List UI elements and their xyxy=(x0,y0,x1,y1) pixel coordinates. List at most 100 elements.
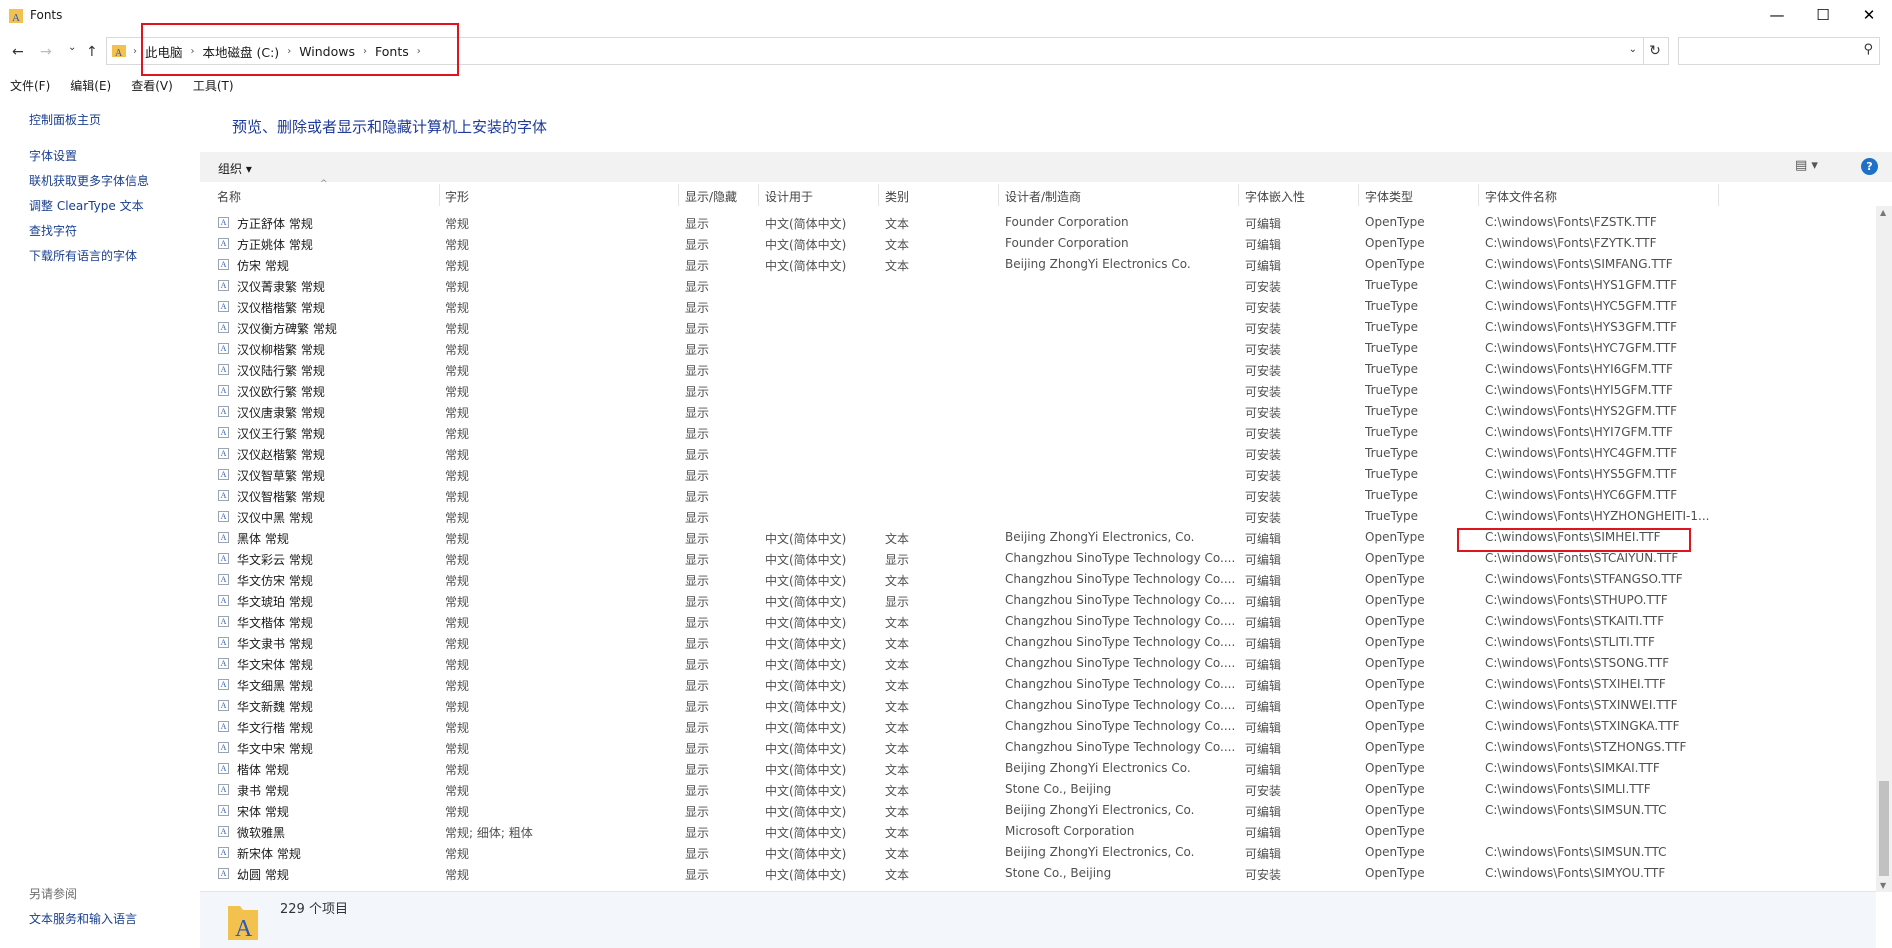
column-show-hide[interactable]: 显示/隐藏 xyxy=(685,188,737,205)
column-divider[interactable] xyxy=(878,184,879,206)
menu-tools[interactable]: 工具(T) xyxy=(183,77,244,97)
table-row[interactable]: A 汉仪楷楷繁 常规 常规 显示 可安装 TrueType C:\windows\Fonts… xyxy=(200,296,1876,317)
window-title: Fonts xyxy=(30,8,63,22)
control-panel-home-link[interactable]: 控制面板主页 xyxy=(29,111,101,128)
table-row[interactable]: A 微软雅黑 常规; 细体; 粗体 显示 中文(简体中文) 文本 Microsoft Cor… xyxy=(200,821,1876,842)
table-row[interactable]: A 华文细黑 常规 常规 显示 中文(简体中文) 文本 Changzhou SinoType… xyxy=(200,674,1876,695)
vertical-scrollbar[interactable]: ▲ ▼ xyxy=(1876,206,1892,892)
back-arrow-icon[interactable]: ← xyxy=(12,44,24,60)
scroll-up-icon[interactable]: ▲ xyxy=(1880,208,1886,217)
table-row[interactable]: A 汉仪柳楷繁 常规 常规 显示 可安装 TrueType C:\windows\Fonts… xyxy=(200,338,1876,359)
breadcrumb-separator[interactable]: › xyxy=(131,46,139,57)
column-designer[interactable]: 设计者/制造商 xyxy=(1005,188,1081,205)
scrollbar-thumb[interactable] xyxy=(1879,781,1889,876)
scroll-down-icon[interactable]: ▼ xyxy=(1880,881,1886,890)
column-divider[interactable] xyxy=(998,184,999,206)
cell-category: 文本 xyxy=(885,679,910,693)
cell-font-type: TrueType xyxy=(1365,341,1419,355)
menu-view[interactable]: 查看(V) xyxy=(121,77,183,97)
column-divider[interactable] xyxy=(1718,184,1719,206)
column-divider[interactable] xyxy=(678,184,679,206)
cell-font-type: OpenType xyxy=(1365,824,1425,838)
font-file-icon: A xyxy=(218,721,229,732)
table-row[interactable]: A 华文琥珀 常规 常规 显示 中文(简体中文) 显示 Changzhou SinoType… xyxy=(200,590,1876,611)
table-row[interactable]: A 汉仪陆行繁 常规 常规 显示 可安装 TrueType C:\windows\Fonts… xyxy=(200,359,1876,380)
find-character-link[interactable]: 查找字符 xyxy=(29,222,77,239)
column-divider[interactable] xyxy=(1478,184,1479,206)
download-all-fonts-link[interactable]: 下载所有语言的字体 xyxy=(29,247,137,264)
table-row[interactable]: A 华文新魏 常规 常规 显示 中文(简体中文) 文本 Changzhou SinoType… xyxy=(200,695,1876,716)
adjust-cleartype-link[interactable]: 调整 ClearType 文本 xyxy=(29,197,144,214)
search-input[interactable]: ⚲ xyxy=(1678,37,1880,65)
cell-font-style: 常规 xyxy=(445,301,470,315)
cell-embeddability: 可编辑 xyxy=(1245,742,1282,756)
help-icon[interactable]: ? xyxy=(1861,158,1878,175)
cell-designed-for: 中文(简体中文) xyxy=(765,238,847,252)
table-row[interactable]: A 宋体 常规 常规 显示 中文(简体中文) 文本 Beijing ZhongYi Elec… xyxy=(200,800,1876,821)
table-row[interactable]: A 汉仪衡方碑繁 常规 常规 显示 可安装 TrueType C:\windows\Font… xyxy=(200,317,1876,338)
column-style[interactable]: 字形 xyxy=(445,188,469,205)
cell-file-name: C:\windows\Fonts\SIMLI.TTF xyxy=(1485,782,1651,796)
column-divider[interactable] xyxy=(1358,184,1359,206)
column-embeddability[interactable]: 字体嵌入性 xyxy=(1245,188,1305,205)
table-row[interactable]: A 华文中宋 常规 常规 显示 中文(简体中文) 文本 Changzhou SinoType… xyxy=(200,737,1876,758)
table-row[interactable]: A 华文仿宋 常规 常规 显示 中文(简体中文) 文本 Changzhou SinoType… xyxy=(200,569,1876,590)
cell-font-style: 常规 xyxy=(445,469,470,483)
column-designed-for[interactable]: 设计用于 xyxy=(765,188,813,205)
table-row[interactable]: A 新宋体 常规 常规 显示 中文(简体中文) 文本 Beijing ZhongYi Ele… xyxy=(200,842,1876,863)
forward-arrow-icon[interactable]: → xyxy=(40,44,52,60)
text-services-link[interactable]: 文本服务和输入语言 xyxy=(29,910,137,927)
table-row[interactable]: A 汉仪唐隶繁 常规 常规 显示 可安装 TrueType C:\windows\Fonts… xyxy=(200,401,1876,422)
table-row[interactable]: A 仿宋 常规 常规 显示 中文(简体中文) 文本 Beijing ZhongYi Elec… xyxy=(200,254,1876,275)
close-button[interactable]: ✕ xyxy=(1846,0,1892,30)
up-arrow-icon[interactable]: ↑ xyxy=(86,44,98,60)
table-row[interactable]: A 汉仪菁隶繁 常规 常规 显示 可安装 TrueType C:\windows\Fonts… xyxy=(200,275,1876,296)
minimize-button[interactable]: — xyxy=(1754,0,1800,30)
cell-file-name: C:\windows\Fonts\HYC7GFM.TTF xyxy=(1485,341,1678,355)
table-row[interactable]: A 汉仪中黑 常规 常规 显示 可安装 TrueType C:\windows\Fonts\… xyxy=(200,506,1876,527)
cell-font-style: 常规 xyxy=(445,763,470,777)
cell-file-name: C:\windows\Fonts\SIMSUN.TTC xyxy=(1485,803,1667,817)
table-row[interactable]: A 华文隶书 常规 常规 显示 中文(简体中文) 文本 Changzhou SinoType… xyxy=(200,632,1876,653)
table-row[interactable]: A 汉仪王行繁 常规 常规 显示 可安装 TrueType C:\windows\Fonts… xyxy=(200,422,1876,443)
table-row[interactable]: A 华文行楷 常规 常规 显示 中文(简体中文) 文本 Changzhou SinoType… xyxy=(200,716,1876,737)
maximize-button[interactable]: ☐ xyxy=(1800,0,1846,30)
refresh-icon[interactable]: ↻ xyxy=(1642,37,1669,65)
cell-embeddability: 可编辑 xyxy=(1245,679,1282,693)
view-options-icon[interactable]: ▤ ▾ xyxy=(1795,158,1818,173)
column-divider[interactable] xyxy=(758,184,759,206)
cell-file-name: C:\windows\Fonts\HYI5GFM.TTF xyxy=(1485,383,1673,397)
table-row[interactable]: A 华文宋体 常规 常规 显示 中文(简体中文) 文本 Changzhou SinoType… xyxy=(200,653,1876,674)
cell-embeddability: 可安装 xyxy=(1245,385,1282,399)
column-file-name[interactable]: 字体文件名称 xyxy=(1485,188,1557,205)
column-divider[interactable] xyxy=(1238,184,1239,206)
table-row[interactable]: A 汉仪欧行繁 常规 常规 显示 可安装 TrueType C:\windows\Fonts… xyxy=(200,380,1876,401)
column-name[interactable]: 名称 xyxy=(217,188,241,205)
table-row[interactable]: A 汉仪赵楷繁 常规 常规 显示 可安装 TrueType C:\windows\Fonts… xyxy=(200,443,1876,464)
font-settings-link[interactable]: 字体设置 xyxy=(29,147,77,164)
content-pane: 预览、删除或者显示和隐藏计算机上安装的字体 组织 ▾ ▤ ▾ ? ^ 名称 字形… xyxy=(200,100,1892,948)
menu-file[interactable]: 文件(F) xyxy=(0,77,60,97)
table-row[interactable]: A 隶书 常规 常规 显示 中文(简体中文) 文本 Stone Co., Beijing 可安… xyxy=(200,779,1876,800)
column-divider[interactable] xyxy=(439,184,440,206)
search-icon[interactable]: ⚲ xyxy=(1863,42,1873,57)
recent-locations-icon[interactable]: ⌄ xyxy=(68,42,76,53)
table-row[interactable]: A 方正舒体 常规 常规 显示 中文(简体中文) 文本 Founder Corporatio… xyxy=(200,212,1876,233)
cell-font-style: 常规; 细体; 粗体 xyxy=(445,826,533,840)
table-row[interactable]: A 汉仪智楷繁 常规 常规 显示 可安装 TrueType C:\windows\Fonts… xyxy=(200,485,1876,506)
cell-embeddability: 可编辑 xyxy=(1245,763,1282,777)
organize-button[interactable]: 组织 ▾ xyxy=(218,160,252,177)
table-row[interactable]: A 华文楷体 常规 常规 显示 中文(简体中文) 文本 Changzhou SinoType… xyxy=(200,611,1876,632)
cell-embeddability: 可编辑 xyxy=(1245,217,1282,231)
table-row[interactable]: A 方正姚体 常规 常规 显示 中文(简体中文) 文本 Founder Corporatio… xyxy=(200,233,1876,254)
column-category[interactable]: 类别 xyxy=(885,188,909,205)
cell-designer: Beijing ZhongYi Electronics, Co. xyxy=(1005,530,1195,544)
column-font-type[interactable]: 字体类型 xyxy=(1365,188,1413,205)
get-more-font-info-link[interactable]: 联机获取更多字体信息 xyxy=(29,172,149,189)
menu-edit[interactable]: 编辑(E) xyxy=(60,77,121,97)
table-row[interactable]: A 楷体 常规 常规 显示 中文(简体中文) 文本 Beijing ZhongYi Elec… xyxy=(200,758,1876,779)
table-row[interactable]: A 汉仪智草繁 常规 常规 显示 可安装 TrueType C:\windows\Fonts… xyxy=(200,464,1876,485)
table-row[interactable]: A 幼圆 常规 常规 显示 中文(简体中文) 文本 Stone Co., Beijing 可安… xyxy=(200,863,1876,882)
address-dropdown-icon[interactable]: ⌄ xyxy=(1629,44,1637,55)
cell-embeddability: 可安装 xyxy=(1245,490,1282,504)
